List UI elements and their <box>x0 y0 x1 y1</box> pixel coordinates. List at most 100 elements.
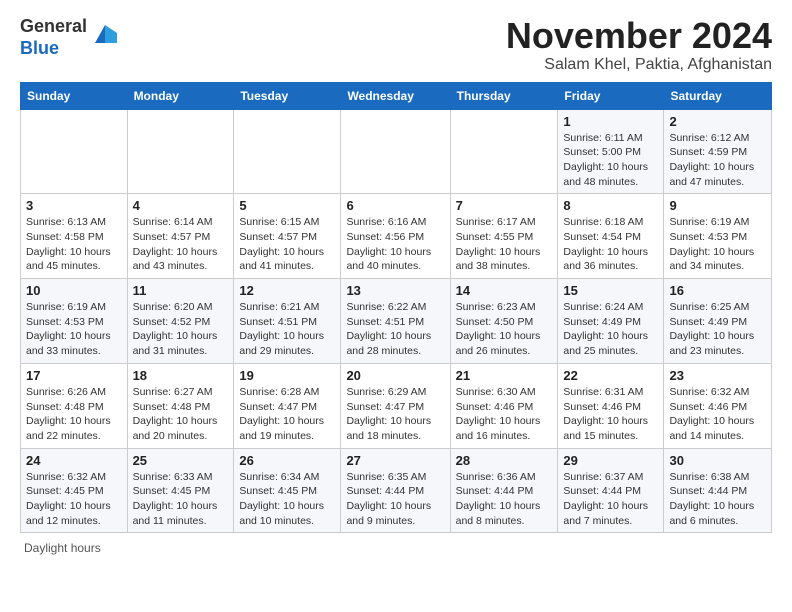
day-info: Sunrise: 6:22 AM Sunset: 4:51 PM Dayligh… <box>346 300 444 359</box>
day-number: 23 <box>669 368 766 383</box>
calendar-cell: 11 Sunrise: 6:20 AM Sunset: 4:52 PM Dayli… <box>127 279 234 364</box>
day-info: Sunrise: 6:15 AM Sunset: 4:57 PM Dayligh… <box>239 215 335 274</box>
day-of-week-header: Saturday <box>664 82 772 109</box>
calendar-cell <box>341 109 450 194</box>
day-info: Sunrise: 6:27 AM Sunset: 4:48 PM Dayligh… <box>133 385 229 444</box>
calendar-cell: 26Sunrise: 6:34 AM Sunset: 4:45 PM Dayli… <box>234 448 341 533</box>
day-info: Sunrise: 6:28 AM Sunset: 4:47 PM Dayligh… <box>239 385 335 444</box>
day-info: Sunrise: 6:32 AM Sunset: 4:45 PM Dayligh… <box>26 470 122 529</box>
day-info: Sunrise: 6:14 AM Sunset: 4:57 PM Dayligh… <box>133 215 229 274</box>
calendar-cell: 30Sunrise: 6:38 AM Sunset: 4:44 PM Dayli… <box>664 448 772 533</box>
day-number: 18 <box>133 368 229 383</box>
day-info: Sunrise: 6:24 AM Sunset: 4:49 PM Dayligh… <box>563 300 658 359</box>
day-of-week-header: Monday <box>127 82 234 109</box>
day-number: 30 <box>669 453 766 468</box>
calendar-cell: 2 Sunrise: 6:12 AM Sunset: 4:59 PM Daylig… <box>664 109 772 194</box>
day-number: 19 <box>239 368 335 383</box>
calendar-cell: 22 Sunrise: 6:31 AM Sunset: 4:46 PM Dayli… <box>558 363 664 448</box>
calendar-week-row: 24 Sunrise: 6:32 AM Sunset: 4:45 PM Dayli… <box>21 448 772 533</box>
calendar-cell: 15 Sunrise: 6:24 AM Sunset: 4:49 PM Dayli… <box>558 279 664 364</box>
title-section: November 2024 Salam Khel, Paktia, Afghan… <box>506 16 772 74</box>
day-info: Sunrise: 6:19 AM Sunset: 4:53 PM Dayligh… <box>26 300 122 359</box>
day-number: 15 <box>563 283 658 298</box>
day-number: 7 <box>456 198 553 213</box>
header-row: SundayMondayTuesdayWednesdayThursdayFrid… <box>21 82 772 109</box>
day-number: 5 <box>239 198 335 213</box>
day-number: 11 <box>133 283 229 298</box>
day-info: Sunrise: 6:17 AM Sunset: 4:55 PM Dayligh… <box>456 215 553 274</box>
calendar-week-row: 1 Sunrise: 6:11 AM Sunset: 5:00 PM Daylig… <box>21 109 772 194</box>
day-number: 14 <box>456 283 553 298</box>
day-number: 12 <box>239 283 335 298</box>
day-number: 25 <box>133 453 229 468</box>
calendar-cell: 20Sunrise: 6:29 AM Sunset: 4:47 PM Dayli… <box>341 363 450 448</box>
day-number: 8 <box>563 198 658 213</box>
day-info: Sunrise: 6:35 AM Sunset: 4:44 PM Dayligh… <box>346 470 444 529</box>
day-number: 9 <box>669 198 766 213</box>
daylight-hours-label: Daylight hours <box>24 541 101 555</box>
day-info: Sunrise: 6:13 AM Sunset: 4:58 PM Dayligh… <box>26 215 122 274</box>
day-info: Sunrise: 6:16 AM Sunset: 4:56 PM Dayligh… <box>346 215 444 274</box>
day-number: 24 <box>26 453 122 468</box>
day-info: Sunrise: 6:37 AM Sunset: 4:44 PM Dayligh… <box>563 470 658 529</box>
day-number: 2 <box>669 114 766 129</box>
calendar-cell: 27 Sunrise: 6:35 AM Sunset: 4:44 PM Dayli… <box>341 448 450 533</box>
day-info: Sunrise: 6:31 AM Sunset: 4:46 PM Dayligh… <box>563 385 658 444</box>
day-number: 10 <box>26 283 122 298</box>
day-info: Sunrise: 6:11 AM Sunset: 5:00 PM Dayligh… <box>563 131 658 190</box>
page-header: General Blue November 2024 Salam Khel, P… <box>20 16 772 74</box>
calendar-cell: 23 Sunrise: 6:32 AM Sunset: 4:46 PM Dayli… <box>664 363 772 448</box>
calendar-cell: 25Sunrise: 6:33 AM Sunset: 4:45 PM Dayli… <box>127 448 234 533</box>
logo: General Blue <box>20 16 119 59</box>
calendar-cell: 6Sunrise: 6:16 AM Sunset: 4:56 PM Daylig… <box>341 194 450 279</box>
day-number: 21 <box>456 368 553 383</box>
calendar-header: SundayMondayTuesdayWednesdayThursdayFrid… <box>21 82 772 109</box>
calendar-cell: 7 Sunrise: 6:17 AM Sunset: 4:55 PM Daylig… <box>450 194 558 279</box>
day-of-week-header: Tuesday <box>234 82 341 109</box>
calendar-cell: 9 Sunrise: 6:19 AM Sunset: 4:53 PM Daylig… <box>664 194 772 279</box>
day-info: Sunrise: 6:32 AM Sunset: 4:46 PM Dayligh… <box>669 385 766 444</box>
calendar-cell: 4 Sunrise: 6:14 AM Sunset: 4:57 PM Daylig… <box>127 194 234 279</box>
day-number: 3 <box>26 198 122 213</box>
day-number: 22 <box>563 368 658 383</box>
day-number: 16 <box>669 283 766 298</box>
calendar-cell: 10 Sunrise: 6:19 AM Sunset: 4:53 PM Dayli… <box>21 279 128 364</box>
day-of-week-header: Sunday <box>21 82 128 109</box>
calendar-body: 1 Sunrise: 6:11 AM Sunset: 5:00 PM Daylig… <box>21 109 772 533</box>
logo-general-text: General <box>20 16 87 36</box>
logo-blue-text: Blue <box>20 38 59 58</box>
calendar-cell: 18 Sunrise: 6:27 AM Sunset: 4:48 PM Dayli… <box>127 363 234 448</box>
day-info: Sunrise: 6:25 AM Sunset: 4:49 PM Dayligh… <box>669 300 766 359</box>
calendar-week-row: 3 Sunrise: 6:13 AM Sunset: 4:58 PM Daylig… <box>21 194 772 279</box>
calendar-cell <box>127 109 234 194</box>
day-number: 27 <box>346 453 444 468</box>
day-of-week-header: Thursday <box>450 82 558 109</box>
calendar-cell: 8Sunrise: 6:18 AM Sunset: 4:54 PM Daylig… <box>558 194 664 279</box>
day-number: 1 <box>563 114 658 129</box>
day-info: Sunrise: 6:34 AM Sunset: 4:45 PM Dayligh… <box>239 470 335 529</box>
day-info: Sunrise: 6:26 AM Sunset: 4:48 PM Dayligh… <box>26 385 122 444</box>
day-info: Sunrise: 6:21 AM Sunset: 4:51 PM Dayligh… <box>239 300 335 359</box>
calendar-cell <box>450 109 558 194</box>
calendar-cell: 3 Sunrise: 6:13 AM Sunset: 4:58 PM Daylig… <box>21 194 128 279</box>
calendar-cell: 29Sunrise: 6:37 AM Sunset: 4:44 PM Dayli… <box>558 448 664 533</box>
day-info: Sunrise: 6:30 AM Sunset: 4:46 PM Dayligh… <box>456 385 553 444</box>
day-number: 4 <box>133 198 229 213</box>
day-info: Sunrise: 6:12 AM Sunset: 4:59 PM Dayligh… <box>669 131 766 190</box>
calendar-cell <box>234 109 341 194</box>
day-info: Sunrise: 6:29 AM Sunset: 4:47 PM Dayligh… <box>346 385 444 444</box>
day-info: Sunrise: 6:23 AM Sunset: 4:50 PM Dayligh… <box>456 300 553 359</box>
calendar-cell: 5 Sunrise: 6:15 AM Sunset: 4:57 PM Daylig… <box>234 194 341 279</box>
day-info: Sunrise: 6:20 AM Sunset: 4:52 PM Dayligh… <box>133 300 229 359</box>
day-info: Sunrise: 6:19 AM Sunset: 4:53 PM Dayligh… <box>669 215 766 274</box>
calendar-week-row: 17 Sunrise: 6:26 AM Sunset: 4:48 PM Dayli… <box>21 363 772 448</box>
day-number: 17 <box>26 368 122 383</box>
calendar-cell: 21 Sunrise: 6:30 AM Sunset: 4:46 PM Dayli… <box>450 363 558 448</box>
logo-icon <box>91 19 119 47</box>
calendar-cell: 1 Sunrise: 6:11 AM Sunset: 5:00 PM Daylig… <box>558 109 664 194</box>
calendar-cell: 24 Sunrise: 6:32 AM Sunset: 4:45 PM Dayli… <box>21 448 128 533</box>
day-info: Sunrise: 6:36 AM Sunset: 4:44 PM Dayligh… <box>456 470 553 529</box>
month-title: November 2024 <box>506 16 772 56</box>
calendar-table: SundayMondayTuesdayWednesdayThursdayFrid… <box>20 82 772 534</box>
calendar-cell: 13Sunrise: 6:22 AM Sunset: 4:51 PM Dayli… <box>341 279 450 364</box>
